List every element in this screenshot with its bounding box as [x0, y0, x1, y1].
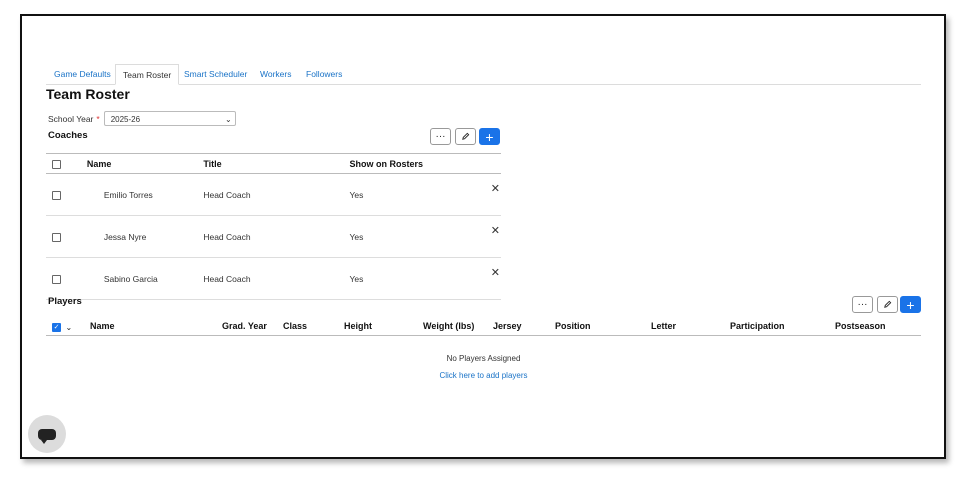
select-all-checkbox[interactable]: [52, 159, 61, 169]
required-mark: *: [96, 113, 100, 124]
column-class: Class: [283, 321, 308, 331]
players-add-button[interactable]: +: [900, 296, 921, 313]
players-edit-button[interactable]: [877, 296, 898, 313]
coach-show: Yes: [348, 215, 490, 258]
add-players-link[interactable]: Click here to add players: [46, 371, 921, 380]
table-row: Sabino Garcia Head Coach Yes ✕: [46, 257, 501, 300]
coach-show: Yes: [348, 173, 490, 216]
more-icon: ···: [857, 299, 868, 310]
table-row: Jessa Nyre Head Coach Yes ✕: [46, 215, 501, 258]
players-title: Players: [48, 296, 82, 307]
coaches-more-button[interactable]: ···: [430, 128, 451, 145]
coach-name: Sabino Garcia: [85, 257, 203, 300]
row-checkbox[interactable]: [52, 274, 61, 284]
school-year-value: 2025-26: [110, 115, 141, 124]
coach-title: Head Coach: [202, 215, 349, 258]
players-select-all[interactable]: ✓ ⌄: [52, 322, 73, 333]
column-postseason: Postseason: [835, 321, 886, 331]
school-year-field: School Year * 2025-26 ⌄: [48, 111, 236, 126]
coaches-edit-button[interactable]: [455, 128, 476, 145]
chevron-down-icon: ⌄: [224, 115, 232, 124]
column-weight: Weight (lbs): [423, 321, 475, 331]
chevron-down-icon[interactable]: ⌄: [66, 323, 73, 332]
row-checkbox[interactable]: [52, 190, 61, 200]
column-title: Title: [202, 153, 349, 174]
coaches-table: Name Title Show on Rosters Emilio Torres…: [46, 153, 501, 300]
players-header-row: ✓ ⌄ Name Grad. Year Class Height Weight …: [46, 319, 921, 336]
select-all-checkbox[interactable]: ✓: [52, 323, 61, 333]
coach-name: Jessa Nyre: [85, 215, 203, 258]
coaches-title: Coaches: [48, 130, 88, 141]
plus-icon: +: [485, 128, 494, 145]
tab-followers[interactable]: Followers: [306, 64, 342, 84]
more-icon: ···: [435, 131, 446, 142]
row-checkbox[interactable]: [52, 232, 61, 242]
coach-name: Emilio Torres: [85, 173, 203, 216]
column-height: Height: [344, 321, 372, 331]
chat-button[interactable]: [28, 415, 66, 453]
app-window: Game Defaults Team Roster Smart Schedule…: [20, 14, 946, 459]
tab-smart-scheduler[interactable]: Smart Scheduler: [184, 64, 247, 84]
table-row: Emilio Torres Head Coach Yes ✕: [46, 173, 501, 216]
tab-team-roster[interactable]: Team Roster: [115, 64, 180, 85]
chat-icon: [38, 428, 56, 444]
column-participation: Participation: [730, 321, 785, 331]
column-name: Name: [90, 321, 115, 331]
column-name: Name: [85, 153, 203, 174]
page-title: Team Roster: [46, 86, 130, 102]
remove-icon[interactable]: ✕: [491, 225, 500, 237]
column-grad-year: Grad. Year: [222, 321, 267, 331]
no-players-message: No Players Assigned: [446, 354, 521, 363]
pencil-icon: [884, 300, 892, 308]
players-more-button[interactable]: ···: [852, 296, 873, 313]
coach-title: Head Coach: [202, 173, 349, 216]
column-letter: Letter: [651, 321, 677, 331]
pencil-icon: [462, 132, 470, 140]
column-show-on-rosters: Show on Rosters: [348, 153, 490, 174]
remove-icon[interactable]: ✕: [491, 267, 500, 279]
column-position: Position: [555, 321, 591, 331]
coaches-header-row: Name Title Show on Rosters: [46, 153, 501, 174]
column-jersey: Jersey: [493, 321, 522, 331]
coach-show: Yes: [348, 257, 490, 300]
school-year-label: School Year: [48, 113, 94, 124]
coaches-add-button[interactable]: +: [479, 128, 500, 145]
tab-bar: Game Defaults Team Roster Smart Schedule…: [46, 64, 921, 85]
plus-icon: +: [906, 296, 915, 313]
tab-workers[interactable]: Workers: [260, 64, 292, 84]
tab-game-defaults[interactable]: Game Defaults: [54, 64, 111, 84]
school-year-select[interactable]: 2025-26 ⌄: [103, 111, 236, 126]
coach-title: Head Coach: [202, 257, 349, 300]
remove-icon[interactable]: ✕: [491, 183, 500, 195]
